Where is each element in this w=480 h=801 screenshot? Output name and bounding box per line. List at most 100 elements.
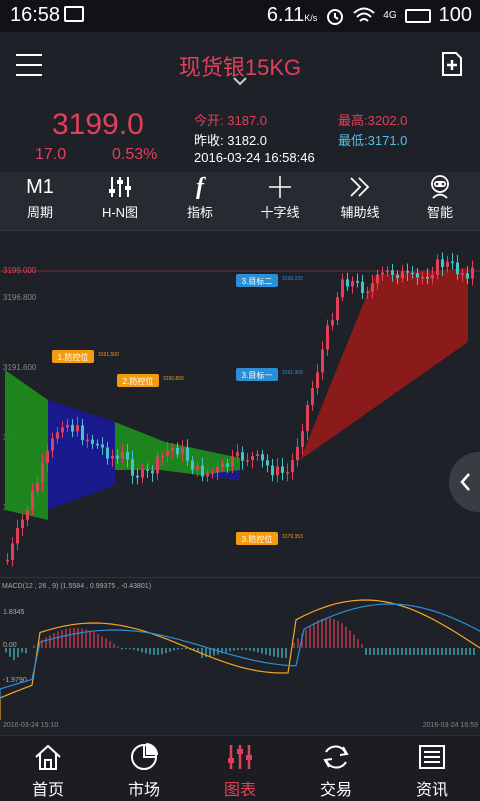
signal-tag-label: 3.目标二 [242, 276, 273, 286]
candle-body [6, 559, 9, 562]
candle-body [421, 276, 424, 279]
app-header: 现货银15KG [0, 32, 480, 100]
nav-home[interactable]: 首页 [0, 736, 96, 801]
candle-body [361, 281, 364, 294]
status-bar: 16:58 6.11K/s 4G 100 [0, 0, 480, 32]
candle-body [51, 438, 54, 451]
candle-body [326, 325, 329, 350]
candle-body [286, 472, 289, 474]
low-value: 3171.0 [367, 133, 408, 148]
candle-body [106, 447, 109, 459]
candle-body [261, 454, 264, 461]
low-label: 最低: [338, 133, 368, 148]
wifi-icon [353, 7, 375, 22]
network-speed: 6.11K/s [267, 4, 317, 27]
candle-body [61, 427, 64, 433]
alarm-icon [327, 8, 344, 25]
pie-chart-icon [131, 743, 158, 770]
prev-label: 昨收: [194, 133, 224, 148]
signal-tag-label: 3.目标一 [242, 370, 273, 380]
candle-body [356, 281, 359, 283]
tool-indicator[interactable]: f 指标 [168, 172, 232, 230]
tool-crosshair[interactable]: 十字线 [248, 172, 312, 230]
price-change-percent: 0.53% [112, 146, 158, 163]
candle-body [46, 450, 49, 463]
nav-trade[interactable]: 交易 [288, 736, 384, 801]
candle-body [11, 543, 14, 560]
macd-dif-line [0, 599, 480, 720]
nav-label: 市场 [127, 782, 160, 799]
candle-body [346, 279, 349, 287]
nav-news[interactable]: 资讯 [384, 736, 480, 801]
tool-hn-chart[interactable]: H-N图 [88, 172, 152, 230]
candle-body [116, 455, 119, 459]
tool-smart[interactable]: 智能 [408, 172, 472, 230]
news-icon [419, 745, 445, 769]
candle-body [186, 447, 189, 461]
chevron-down-icon[interactable] [232, 76, 248, 86]
open-label: 今开: [194, 113, 224, 128]
candle-body [66, 424, 69, 428]
sliders-icon [109, 177, 131, 197]
candle-body [21, 519, 24, 529]
candle-body [406, 271, 409, 273]
low-price: 最低:3171.0 [338, 130, 407, 149]
candle-body [36, 482, 39, 492]
candle-body [291, 460, 294, 473]
open-price: 今开: 3187.0 [194, 110, 267, 129]
candle-body [91, 439, 94, 444]
candle-body [236, 452, 239, 457]
candle-body [466, 273, 469, 279]
candle-body [411, 272, 414, 275]
battery-icon [404, 8, 431, 23]
candle-body [151, 470, 154, 474]
chevron-left-icon [460, 473, 470, 491]
blue-band [48, 400, 115, 510]
candle-body [101, 444, 104, 448]
macd-dea-line [0, 603, 480, 700]
candle-body [31, 491, 34, 511]
candle-body [456, 262, 459, 275]
signal-tag-value: 3190.865 [163, 376, 184, 382]
candle-body [241, 452, 244, 461]
kline-chart[interactable]: 3199.0003196.8003191.6003186.4003181.200… [0, 230, 480, 735]
candle-body [26, 510, 29, 520]
side-expand-tab[interactable] [449, 452, 480, 512]
signal-tag-value: 3191.305 [282, 370, 303, 376]
candle-body [111, 455, 114, 459]
chart-canvas[interactable]: 3199.0003196.8003191.6003186.4003181.200… [0, 230, 480, 735]
add-favorite-icon[interactable] [440, 50, 464, 78]
candle-body [461, 273, 464, 275]
candle-body [271, 465, 274, 476]
candle-body [301, 431, 304, 447]
candle-body [331, 320, 334, 326]
nav-label: 图表 [223, 782, 256, 799]
tool-guideline[interactable]: 辅助线 [328, 172, 392, 230]
candle-body [81, 425, 84, 441]
candle-body [126, 452, 129, 460]
prev-value: 3182.0 [227, 133, 268, 148]
candle-body [131, 459, 134, 476]
candle-body [381, 272, 384, 275]
nav-market[interactable]: 市场 [96, 736, 192, 801]
bottom-nav: 首页 市场 图表 交易 资讯 [0, 735, 480, 801]
candle-body [211, 472, 214, 474]
network-type: 4G [383, 10, 397, 21]
x-start-label: 2016-03-24 15:10 [3, 722, 58, 729]
nav-chart[interactable]: 图表 [192, 736, 288, 801]
candle-body [431, 274, 434, 279]
candle-body [426, 276, 429, 279]
macd-tick-label: -1.9790 [3, 677, 27, 684]
tool-label: H-N图 [101, 205, 139, 220]
tool-period[interactable]: M1 周期 [8, 172, 72, 230]
candle-body [321, 349, 324, 373]
candle-body [206, 472, 209, 477]
signal-tag-label: 3.防控位 [242, 534, 273, 544]
tool-label: 辅助线 [340, 205, 380, 220]
candle-body [121, 452, 124, 459]
high-label: 最高: [338, 113, 368, 128]
price-axis-label: 3196.800 [3, 293, 37, 302]
candle-body [371, 283, 374, 292]
candle-body [391, 270, 394, 275]
candle-body [306, 404, 309, 432]
